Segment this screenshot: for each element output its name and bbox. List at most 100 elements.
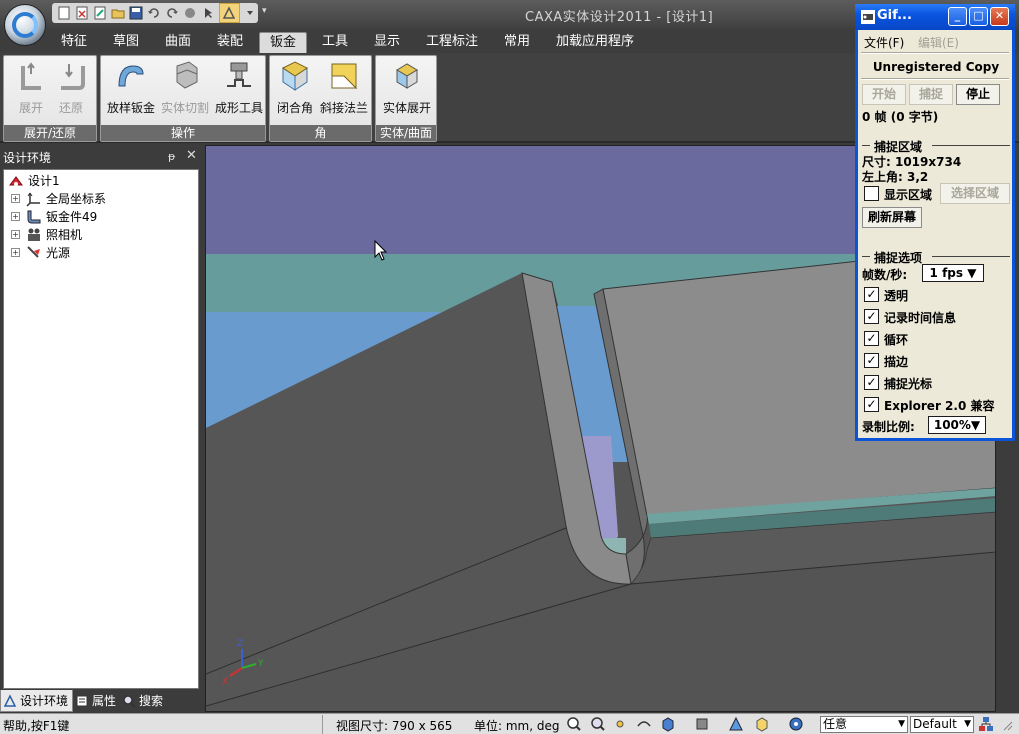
- tree-item-camera[interactable]: + 照相机: [4, 226, 194, 244]
- customize-toolbar-icon[interactable]: ▾: [262, 6, 267, 16]
- solid-unfold-icon: [396, 63, 418, 89]
- filter-select[interactable]: 任意 ▼: [820, 716, 908, 733]
- rotate-view-icon[interactable]: [183, 5, 198, 21]
- tree-item-light[interactable]: + 光源: [4, 244, 194, 262]
- unregistered-label: Unregistered Copy: [872, 60, 1000, 74]
- maximize-icon[interactable]: □: [969, 7, 988, 26]
- shading-icon[interactable]: [728, 716, 744, 732]
- settings-gear-icon[interactable]: [788, 716, 804, 732]
- solid-unfold-button[interactable]: 实体展开: [379, 60, 435, 122]
- menu-edit[interactable]: 编辑(E): [918, 34, 959, 51]
- tab-annotation[interactable]: 工程标注: [422, 32, 482, 53]
- render-icon[interactable]: [694, 716, 710, 732]
- tree-item-label: 设计1: [28, 174, 60, 188]
- close-icon[interactable]: ✕: [990, 7, 1009, 26]
- tab-surface[interactable]: 曲面: [156, 32, 200, 53]
- outline-checkbox[interactable]: ✓: [864, 353, 879, 368]
- timing-info-checkbox[interactable]: ✓: [864, 309, 879, 324]
- view-cube-icon[interactable]: [660, 716, 676, 732]
- window-title: CAXA实体设计2011 - [设计1]: [525, 10, 714, 25]
- new-file-icon[interactable]: [56, 5, 71, 21]
- quick-access-toolbar: [52, 3, 258, 23]
- sheet-metal-part-icon: [27, 210, 41, 224]
- tree-item-global-coords[interactable]: + 全局坐标系: [4, 190, 194, 208]
- capture-options-heading: 捕捉选项: [862, 249, 1010, 265]
- tab-properties[interactable]: 属性: [73, 690, 120, 712]
- minimize-icon[interactable]: _: [948, 7, 967, 26]
- closed-corner-button[interactable]: 闭合角: [270, 60, 320, 122]
- orbit-icon[interactable]: [636, 716, 652, 732]
- zoom-fit-icon[interactable]: [590, 716, 606, 732]
- panel-tabs: 设计环境 属性 搜索: [0, 690, 204, 712]
- tab-display[interactable]: 显示: [365, 32, 409, 53]
- option-label: 记录时间信息: [884, 311, 957, 325]
- capture-cursor-checkbox[interactable]: ✓: [864, 375, 879, 390]
- tab-search[interactable]: 搜索: [120, 690, 167, 712]
- design-element-icon[interactable]: [218, 3, 240, 23]
- divider: [322, 715, 323, 734]
- open-folder-icon[interactable]: [110, 5, 125, 21]
- divider: [861, 78, 1009, 80]
- tab-design-environment[interactable]: 设计环境: [0, 690, 74, 712]
- miter-flange-button[interactable]: 斜接法兰: [316, 60, 372, 122]
- tab-addins[interactable]: 加载应用程序: [552, 32, 638, 53]
- chevron-down-icon: ▼: [970, 418, 981, 432]
- transparent-checkbox[interactable]: ✓: [864, 287, 879, 302]
- start-button[interactable]: 开始: [862, 84, 906, 105]
- resize-grip-icon[interactable]: [998, 716, 1014, 732]
- refresh-screen-button[interactable]: 刷新屏幕: [862, 207, 922, 228]
- tab-tools[interactable]: 工具: [313, 32, 357, 53]
- tree-item-root[interactable]: 设计1: [4, 172, 194, 190]
- scale-select[interactable]: 100%▼: [928, 416, 986, 434]
- close-icon[interactable]: ✕: [186, 148, 197, 163]
- loop-checkbox[interactable]: ✓: [864, 331, 879, 346]
- save-icon[interactable]: [128, 5, 143, 21]
- redo-icon[interactable]: [165, 5, 180, 21]
- zoom-icon[interactable]: [566, 716, 582, 732]
- group-caption: 操作: [101, 125, 265, 141]
- fps-select[interactable]: 1 fps ▼: [922, 264, 984, 282]
- gif-window-title: Gif...: [877, 8, 912, 23]
- undo-icon[interactable]: [147, 5, 162, 21]
- capture-button[interactable]: 捕捉: [909, 84, 953, 105]
- select-area-button[interactable]: 选择区域: [940, 183, 1010, 204]
- expand-icon[interactable]: +: [11, 212, 20, 221]
- drawing-icon[interactable]: [92, 5, 107, 21]
- tab-features[interactable]: 特征: [52, 32, 96, 53]
- network-icon[interactable]: [978, 716, 994, 732]
- tab-common[interactable]: 常用: [495, 32, 539, 53]
- option-label: 循环: [884, 333, 909, 347]
- loft-sheet-metal-button[interactable]: 放样钣金: [103, 60, 159, 122]
- show-area-checkbox[interactable]: ✓: [864, 186, 879, 201]
- tree-item-sheet-metal[interactable]: + 钣金件49: [4, 208, 194, 226]
- axis-x-label: X: [222, 677, 228, 687]
- select-arrow-icon[interactable]: [201, 5, 216, 21]
- divider: [861, 52, 1009, 54]
- solid-cut-button[interactable]: 实体切割: [157, 60, 213, 122]
- chevron-down-icon: ▼: [964, 719, 971, 729]
- expand-icon[interactable]: +: [11, 194, 20, 203]
- stop-button[interactable]: 停止: [956, 84, 1000, 105]
- tab-sheet-metal[interactable]: 钣金: [259, 32, 307, 53]
- dropdown-arrow-icon[interactable]: [243, 5, 258, 21]
- menu-file[interactable]: 文件(F): [864, 34, 904, 51]
- tab-sketch[interactable]: 草图: [104, 32, 148, 53]
- explorer-compat-checkbox[interactable]: ✓: [864, 397, 879, 412]
- display-mode-icon[interactable]: [754, 716, 770, 732]
- style-select[interactable]: Default ▼: [910, 716, 974, 733]
- option-label: 捕捉光标: [884, 377, 933, 391]
- pin-icon[interactable]: ᵽ: [168, 150, 175, 163]
- expand-icon[interactable]: +: [11, 248, 20, 257]
- new-design-icon[interactable]: [74, 5, 89, 21]
- miter-flange-icon: [331, 63, 358, 90]
- forming-tool-button[interactable]: 成形工具: [211, 60, 267, 122]
- fps-label: 帧数/秒:: [862, 268, 908, 282]
- restore-button[interactable]: 还原: [44, 60, 98, 122]
- axis-y-label: Y: [257, 659, 264, 669]
- pan-icon[interactable]: [612, 716, 628, 732]
- expand-icon[interactable]: +: [11, 230, 20, 239]
- application-menu-button[interactable]: [4, 4, 46, 46]
- light-source-icon: [27, 246, 40, 258]
- unfold-icon: [21, 62, 41, 90]
- tab-assembly[interactable]: 装配: [208, 32, 252, 53]
